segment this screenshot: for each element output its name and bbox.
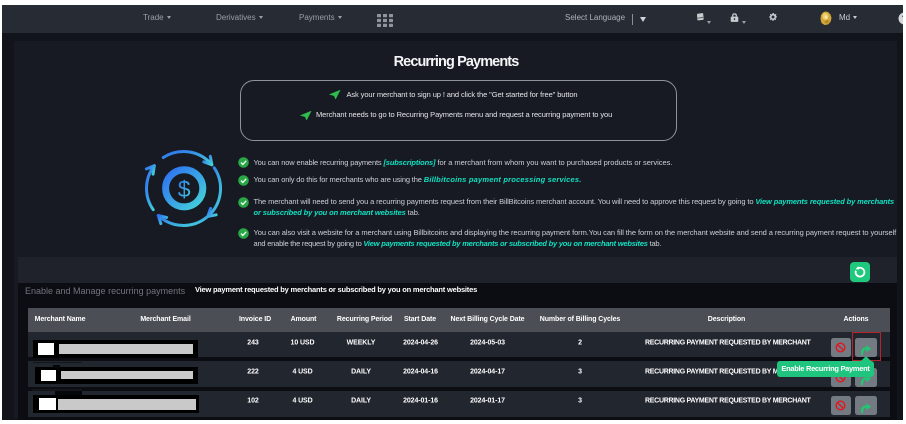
svg-text:$: $	[178, 176, 191, 202]
svg-text:?: ?	[902, 14, 903, 24]
